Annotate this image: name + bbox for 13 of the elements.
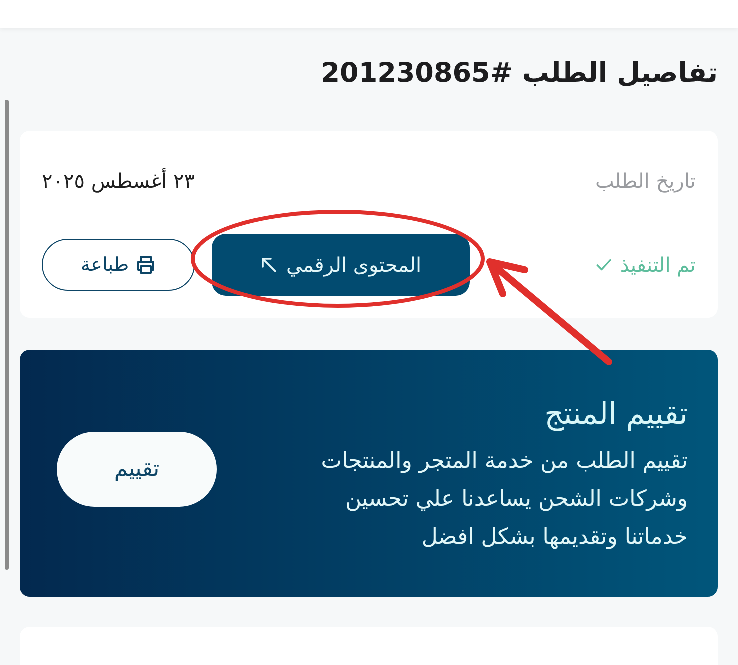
date-label: تاريخ الطلب <box>596 169 696 193</box>
status-label: تم التنفيذ <box>620 253 696 277</box>
rate-button[interactable]: تقييم <box>57 432 217 507</box>
page-title: تفاصيل الطلب #201230865 <box>320 57 719 91</box>
print-button[interactable]: طباعة <box>42 239 195 291</box>
banner-description: تقييم الطلب من خدمة المتجر والمنتجات وشركات الشحن يساعدنا علي تحسين خدماتنا وتقديمها بشكل افضل <box>320 448 688 552</box>
printer-icon <box>136 255 156 275</box>
scroll-bar[interactable] <box>5 100 9 570</box>
digital-content-button[interactable]: المحتوى الرقمي <box>212 234 470 296</box>
date-value: ٢٣ أغسطس ٢٠٢٥ <box>42 169 195 193</box>
banner-title: تقييم المنتج <box>544 396 688 434</box>
check-icon <box>596 259 612 271</box>
arrow-up-left-icon <box>260 257 277 273</box>
